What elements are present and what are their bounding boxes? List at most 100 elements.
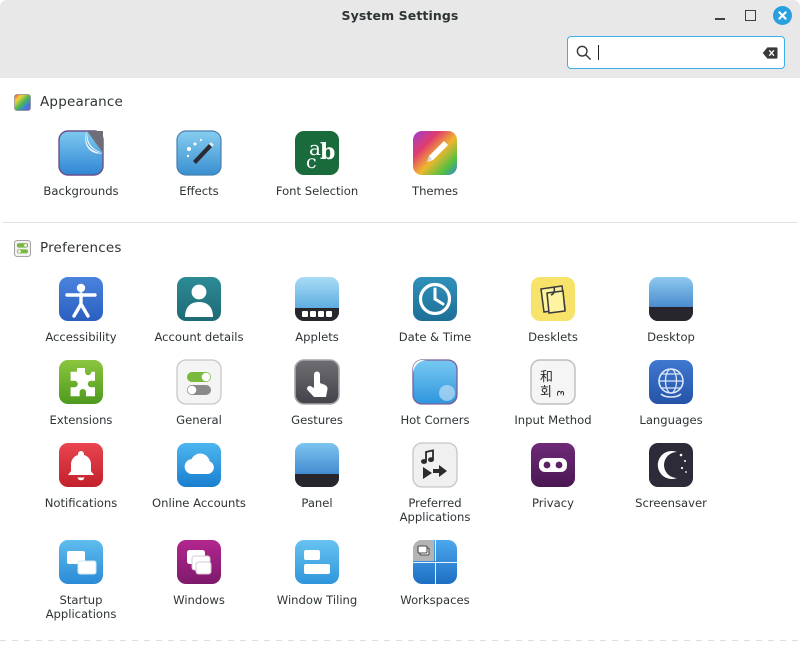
settings-item-label: Workspaces: [400, 593, 469, 607]
settings-item-backgrounds[interactable]: Backgrounds: [22, 115, 140, 198]
rainbow-palette-icon: [14, 94, 31, 111]
gestures-icon: [293, 358, 341, 406]
svg-text:c: c: [306, 151, 317, 173]
settings-item-label: Window Tiling: [277, 593, 358, 607]
backgrounds-icon: [57, 129, 105, 177]
date-time-icon: [411, 275, 459, 323]
grid-preferences: Accessibility Account details Applets Date …: [0, 261, 800, 621]
settings-item-label: Account details: [154, 330, 243, 344]
settings-item-general[interactable]: General: [140, 344, 258, 427]
settings-item-label: Panel: [301, 496, 332, 510]
window-tiling-icon: [293, 538, 341, 586]
settings-item-label: Applets: [295, 330, 339, 344]
settings-item-label: Input Method: [514, 413, 591, 427]
section-preferences: Preferences Accessibility Account details…: [0, 235, 800, 621]
svg-text:和: 和: [540, 370, 553, 385]
settings-item-account-details[interactable]: Account details: [140, 261, 258, 344]
settings-item-themes[interactable]: Themes: [376, 115, 494, 198]
settings-item-label: General: [176, 413, 222, 427]
notifications-icon: [57, 441, 105, 489]
close-icon[interactable]: [773, 6, 792, 25]
settings-item-label: Themes: [412, 184, 458, 198]
input-method-icon: 和회ɛ: [529, 358, 577, 406]
settings-item-label: Desktop: [647, 330, 695, 344]
section-title-appearance: Appearance: [40, 94, 123, 110]
accessibility-icon: [57, 275, 105, 323]
settings-item-window-tiling[interactable]: Window Tiling: [258, 524, 376, 621]
settings-item-input-method[interactable]: 和회ɛ Input Method: [494, 344, 612, 427]
extensions-icon: [57, 358, 105, 406]
privacy-icon: [529, 441, 577, 489]
settings-item-date-time[interactable]: Date & Time: [376, 261, 494, 344]
startup-applications-icon: [57, 538, 105, 586]
settings-item-extensions[interactable]: Extensions: [22, 344, 140, 427]
settings-content: Appearance Backgrounds Effects abc Font Sel…: [0, 78, 800, 647]
search-icon: [575, 44, 592, 61]
section-header-appearance: Appearance: [0, 89, 800, 115]
section-appearance: Appearance Backgrounds Effects abc Font Sel…: [0, 89, 800, 223]
settings-item-windows[interactable]: Windows: [140, 524, 258, 621]
settings-item-panel[interactable]: Panel: [258, 427, 376, 524]
section-divider: [2, 222, 798, 223]
clear-icon[interactable]: [762, 45, 778, 61]
settings-item-privacy[interactable]: Privacy: [494, 427, 612, 524]
settings-item-accessibility[interactable]: Accessibility: [22, 261, 140, 344]
online-accounts-icon: [175, 441, 223, 489]
settings-item-label: Date & Time: [399, 330, 472, 344]
languages-icon: [647, 358, 695, 406]
settings-item-label: Notifications: [45, 496, 118, 510]
windows-icon: [175, 538, 223, 586]
settings-item-label: Effects: [179, 184, 218, 198]
settings-item-label: Font Selection: [276, 184, 358, 198]
settings-item-font-selection[interactable]: abc Font Selection: [258, 115, 376, 198]
settings-item-online-accounts[interactable]: Online Accounts: [140, 427, 258, 524]
applets-icon: [293, 275, 341, 323]
preferred-applications-icon: [411, 441, 459, 489]
window-controls: [711, 6, 792, 25]
maximize-icon[interactable]: [742, 7, 759, 24]
settings-item-label: Hot Corners: [400, 413, 469, 427]
general-icon: [175, 358, 223, 406]
settings-item-label: Desklets: [528, 330, 578, 344]
settings-item-startup-applications[interactable]: Startup Applications: [22, 524, 140, 621]
settings-item-languages[interactable]: Languages: [612, 344, 730, 427]
font-selection-icon: abc: [293, 129, 341, 177]
settings-item-label: Accessibility: [45, 330, 116, 344]
svg-text:회: 회: [540, 385, 552, 400]
settings-item-screensaver[interactable]: Screensaver: [612, 427, 730, 524]
settings-item-label: Extensions: [50, 413, 113, 427]
settings-item-label: Preferred Applications: [379, 496, 491, 524]
settings-item-label: Online Accounts: [152, 496, 246, 510]
workspaces-icon: [411, 538, 459, 586]
system-settings-window: System Settings: [0, 0, 800, 647]
settings-item-label: Startup Applications: [25, 593, 137, 621]
desktop-icon: [647, 275, 695, 323]
settings-item-label: Privacy: [532, 496, 574, 510]
hot-corners-icon: [411, 358, 459, 406]
themes-icon: [411, 129, 459, 177]
section-title-preferences: Preferences: [40, 240, 122, 256]
settings-item-label: Backgrounds: [43, 184, 118, 198]
titlebar[interactable]: System Settings: [0, 0, 800, 32]
panel-icon: [293, 441, 341, 489]
settings-item-notifications[interactable]: Notifications: [22, 427, 140, 524]
search-box[interactable]: [567, 36, 785, 69]
settings-item-desklets[interactable]: Desklets: [494, 261, 612, 344]
settings-item-desktop[interactable]: Desktop: [612, 261, 730, 344]
settings-item-hot-corners[interactable]: Hot Corners: [376, 344, 494, 427]
account-details-icon: [175, 275, 223, 323]
settings-item-preferred-applications[interactable]: Preferred Applications: [376, 427, 494, 524]
settings-item-label: Windows: [173, 593, 225, 607]
grid-appearance: Backgrounds Effects abc Font Selection Theme…: [0, 115, 800, 198]
preferences-sliders-icon: [14, 240, 31, 257]
settings-item-gestures[interactable]: Gestures: [258, 344, 376, 427]
settings-item-workspaces[interactable]: Workspaces: [376, 524, 494, 621]
settings-item-effects[interactable]: Effects: [140, 115, 258, 198]
search-caret: [598, 45, 599, 60]
settings-item-applets[interactable]: Applets: [258, 261, 376, 344]
settings-item-label: Screensaver: [635, 496, 707, 510]
svg-text:ɛ: ɛ: [554, 390, 568, 397]
window-title: System Settings: [0, 8, 800, 23]
minimize-icon[interactable]: [711, 7, 728, 24]
screensaver-icon: [647, 441, 695, 489]
